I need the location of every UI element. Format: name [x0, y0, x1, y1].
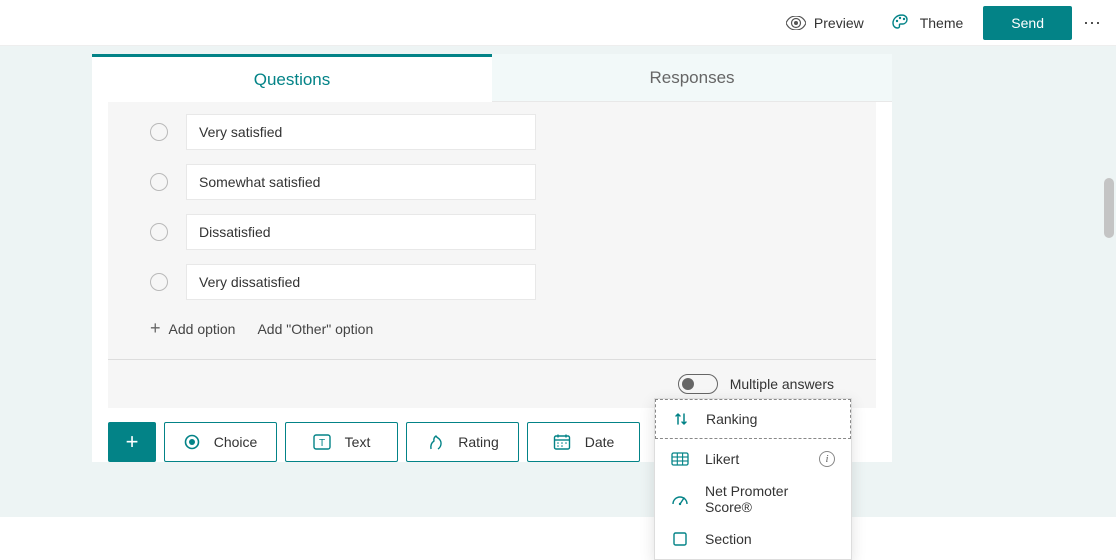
form-tabs: Questions Responses	[92, 54, 892, 102]
add-text-button[interactable]: T Text	[285, 422, 398, 462]
plus-icon: +	[126, 429, 139, 455]
more-button[interactable]: ···	[1076, 0, 1108, 46]
popup-ranking[interactable]: Ranking	[655, 399, 851, 439]
plus-icon: +	[150, 318, 161, 339]
popup-ranking-label: Ranking	[706, 411, 757, 427]
add-text-label: Text	[345, 434, 371, 450]
question-type-popup: Ranking Likert i Net Promoter Score® Sec…	[654, 398, 852, 560]
svg-text:T: T	[319, 438, 325, 449]
theme-icon	[892, 14, 912, 32]
add-date-button[interactable]: Date	[527, 422, 640, 462]
nps-icon	[671, 492, 689, 506]
popup-nps[interactable]: Net Promoter Score®	[655, 479, 851, 519]
preview-button[interactable]: Preview	[772, 0, 878, 46]
text-icon: T	[313, 434, 331, 450]
choice-icon	[184, 434, 200, 450]
option-text: Very dissatisfied	[199, 274, 300, 290]
theme-button[interactable]: Theme	[878, 0, 978, 46]
add-option-label: Add option	[169, 321, 236, 337]
tab-responses[interactable]: Responses	[492, 54, 892, 102]
radio-icon[interactable]	[150, 173, 168, 191]
date-icon	[553, 434, 571, 450]
tab-questions[interactable]: Questions	[92, 54, 492, 102]
option-text: Dissatisfied	[199, 224, 271, 240]
add-option-button[interactable]: + Add option	[150, 318, 235, 339]
tab-responses-label: Responses	[649, 68, 734, 88]
option-input[interactable]: Very satisfied	[186, 114, 536, 150]
more-icon: ···	[1083, 12, 1101, 33]
tab-questions-label: Questions	[254, 70, 331, 90]
option-input[interactable]: Very dissatisfied	[186, 264, 536, 300]
popup-section-label: Section	[705, 531, 752, 547]
option-text: Very satisfied	[199, 124, 282, 140]
toggle-knob	[682, 378, 694, 390]
add-rating-label: Rating	[458, 434, 498, 450]
section-icon	[671, 531, 689, 547]
multiple-answers-toggle[interactable]	[678, 374, 718, 394]
likert-icon	[671, 452, 689, 466]
radio-icon[interactable]	[150, 123, 168, 141]
option-row: Very satisfied	[150, 114, 834, 150]
option-row: Somewhat satisfied	[150, 164, 834, 200]
popup-likert-label: Likert	[705, 451, 739, 467]
option-row: Dissatisfied	[150, 214, 834, 250]
page-area: Questions Responses Very satisfied Somew…	[0, 46, 1116, 517]
popup-nps-label: Net Promoter Score®	[705, 483, 835, 515]
send-label: Send	[1011, 15, 1044, 31]
add-date-label: Date	[585, 434, 615, 450]
add-choice-label: Choice	[214, 434, 258, 450]
add-choice-button[interactable]: Choice	[164, 422, 277, 462]
add-question-plus-button[interactable]: +	[108, 422, 156, 462]
send-button[interactable]: Send	[983, 6, 1072, 40]
radio-icon[interactable]	[150, 273, 168, 291]
option-input[interactable]: Dissatisfied	[186, 214, 536, 250]
add-other-label: Add "Other" option	[257, 321, 373, 337]
theme-label: Theme	[920, 15, 964, 31]
option-text: Somewhat satisfied	[199, 174, 320, 190]
radio-icon[interactable]	[150, 223, 168, 241]
add-other-button[interactable]: Add "Other" option	[257, 321, 373, 337]
preview-label: Preview	[814, 15, 864, 31]
scrollbar-thumb[interactable]	[1104, 178, 1114, 238]
rating-icon	[426, 434, 444, 450]
multiple-answers-label: Multiple answers	[730, 376, 834, 392]
add-option-row: + Add option Add "Other" option	[150, 314, 834, 345]
add-rating-button[interactable]: Rating	[406, 422, 519, 462]
option-input[interactable]: Somewhat satisfied	[186, 164, 536, 200]
multiple-answers-row: Multiple answers	[150, 360, 834, 398]
question-editor: Very satisfied Somewhat satisfied Dissat…	[108, 102, 876, 408]
top-toolbar: Preview Theme Send ···	[0, 0, 1116, 46]
popup-section[interactable]: Section	[655, 519, 851, 559]
popup-likert[interactable]: Likert i	[655, 439, 851, 479]
info-icon[interactable]: i	[819, 451, 835, 467]
ranking-icon	[672, 411, 690, 427]
option-row: Very dissatisfied	[150, 264, 834, 300]
preview-icon	[786, 16, 806, 30]
